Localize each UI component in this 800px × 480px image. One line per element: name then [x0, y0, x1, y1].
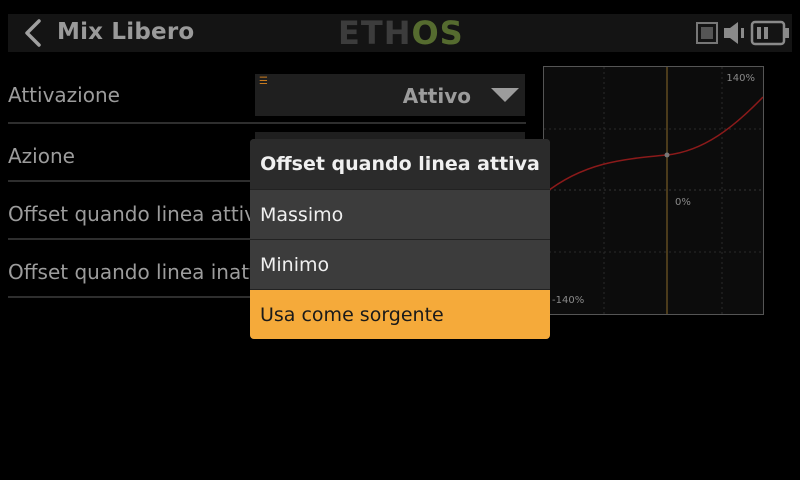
- offset-popup: Offset quando linea attiva Massimo Minim…: [250, 139, 550, 339]
- setting-label: Offset quando linea attiva: [8, 202, 269, 226]
- attivazione-dropdown[interactable]: ☰ Attivo: [255, 74, 525, 116]
- status-icons: [696, 18, 790, 48]
- graph-top-label: 140%: [726, 73, 755, 84]
- curve-graph: 140% 0% -140%: [543, 66, 764, 315]
- speaker-icon: [724, 22, 744, 44]
- setting-label: Offset quando linea inattiva: [8, 260, 287, 284]
- setting-label: Azione: [8, 144, 75, 168]
- header-bar: Mix Libero ETHOS: [0, 0, 800, 58]
- popup-option-massimo[interactable]: Massimo: [250, 189, 550, 239]
- page-title: Mix Libero: [57, 19, 195, 45]
- popup-option-usa-come-sorgente[interactable]: Usa come sorgente: [250, 289, 550, 339]
- popup-title: Offset quando linea attiva: [250, 139, 550, 189]
- battery-icon: [750, 20, 789, 46]
- dropdown-value: Attivo: [402, 84, 471, 108]
- graph-bottom-label: -140%: [552, 295, 585, 306]
- setting-label: Attivazione: [8, 83, 120, 107]
- menu-icon: ☰: [259, 76, 268, 87]
- setting-row-attivazione: Attivazione ☰ Attivo: [8, 66, 526, 124]
- graph-mid-label: 0%: [675, 197, 691, 208]
- ethos-logo: ETHOS: [338, 14, 464, 52]
- popup-option-minimo[interactable]: Minimo: [250, 239, 550, 289]
- curve-graph-canvas: [544, 67, 763, 314]
- record-icon: [696, 22, 718, 44]
- dropdown-caret-icon: [491, 88, 519, 102]
- back-button[interactable]: [14, 16, 52, 50]
- chevron-left-icon: [25, 19, 41, 47]
